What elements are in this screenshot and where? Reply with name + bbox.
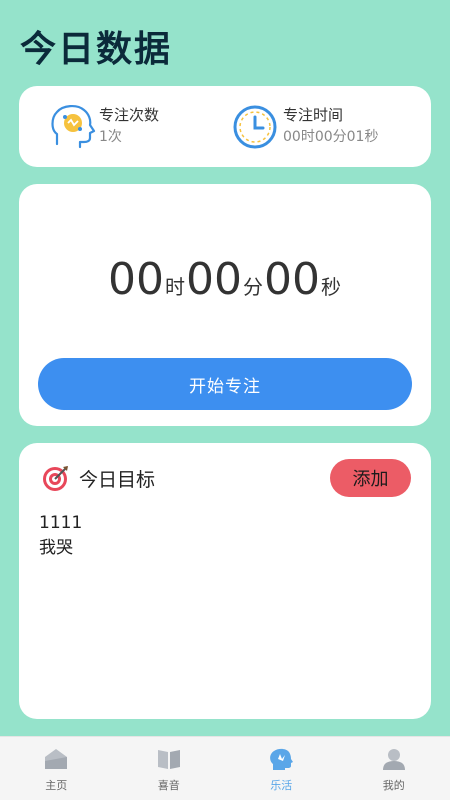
focus-count-label: 专注次数: [99, 106, 160, 124]
bottom-tab-bar: 主页 喜音 乐活 我的: [0, 736, 450, 800]
head-brain-icon: [47, 100, 99, 152]
add-goal-button[interactable]: 添加: [330, 459, 411, 497]
timer-seconds: 00: [264, 254, 320, 305]
timer-minutes: 00: [186, 254, 242, 305]
tab-mine-label: 我的: [382, 779, 405, 792]
clock-icon: [231, 100, 283, 152]
page-title: 今日数据: [20, 29, 173, 70]
timer-card: 00 时 00 分 00 秒 开始专注: [19, 184, 431, 426]
brain-icon: [268, 747, 294, 771]
tab-music[interactable]: 喜音: [113, 737, 226, 800]
timer-display: 00 时 00 分 00 秒: [19, 254, 431, 305]
book-icon: [156, 747, 182, 771]
start-focus-button[interactable]: 开始专注: [38, 358, 412, 410]
timer-minutes-unit: 分: [243, 275, 263, 299]
tab-mine[interactable]: 我的: [338, 737, 450, 800]
tab-life-label: 乐活: [270, 779, 293, 792]
home-icon: [43, 747, 69, 771]
focus-time-label: 专注时间: [283, 106, 344, 124]
focus-count-value: 1次: [99, 129, 122, 145]
goals-card: 今日目标 添加 1111 我哭: [19, 443, 431, 719]
focus-count-stat: 专注次数 1次: [47, 100, 159, 152]
goals-list: 1111 我哭: [39, 511, 82, 561]
goals-title: 今日目标: [79, 468, 156, 491]
tab-life[interactable]: 乐活: [225, 737, 338, 800]
goals-header: 今日目标: [41, 463, 155, 493]
focus-time-stat: 专注时间 00时00分01秒: [231, 100, 378, 152]
tab-home-label: 主页: [45, 779, 68, 792]
focus-time-value: 00时00分01秒: [283, 129, 379, 145]
tab-music-label: 喜音: [157, 779, 180, 792]
timer-hours-unit: 时: [165, 275, 185, 299]
goal-item[interactable]: 1111: [39, 511, 82, 536]
timer-seconds-unit: 秒: [321, 275, 341, 299]
user-icon: [381, 747, 407, 771]
goal-item[interactable]: 我哭: [39, 536, 82, 561]
target-icon: [41, 463, 71, 493]
tab-home[interactable]: 主页: [0, 737, 113, 800]
stats-card: 专注次数 1次 专注时间 00时00分01秒: [19, 86, 431, 167]
timer-hours: 00: [108, 254, 164, 305]
